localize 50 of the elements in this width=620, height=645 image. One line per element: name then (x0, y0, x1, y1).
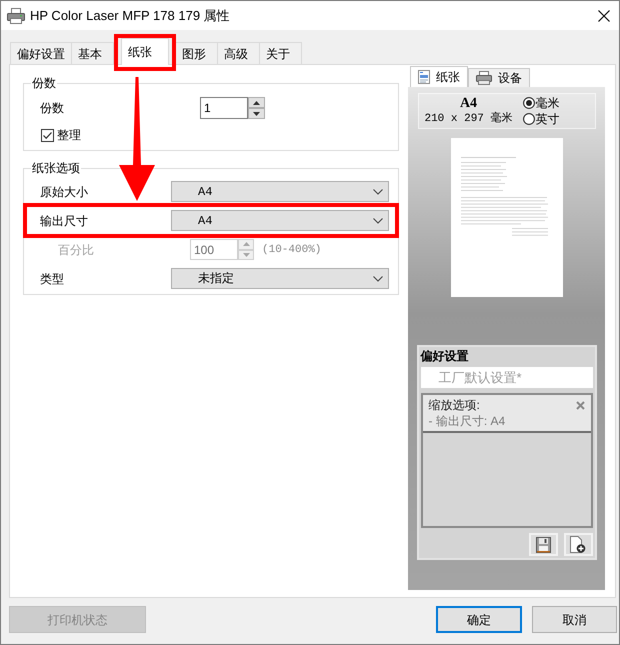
close-icon[interactable] (598, 10, 610, 22)
printer-icon (7, 8, 25, 24)
triangle-down-icon (242, 252, 250, 257)
tab[interactable]: 图形 (176, 42, 218, 64)
field-label: 输出尺寸 (40, 214, 88, 228)
field-label: 类型 (40, 272, 64, 286)
tab[interactable]: 关于 (260, 42, 302, 64)
field-label: 原始大小 (40, 184, 88, 198)
tab[interactable]: 基本 (72, 42, 114, 64)
dialog-button[interactable]: 取消 (532, 606, 617, 633)
favorites-title: 偏好设置 (420, 349, 470, 363)
new-document-icon (570, 536, 586, 553)
spin-down-button[interactable] (248, 108, 265, 119)
checkbox[interactable] (41, 128, 54, 142)
paper-size: 210 x 297 毫米 (424, 112, 512, 126)
checkbox-label: 整理 (57, 127, 81, 143)
dialog-button[interactable]: 确定 (436, 606, 522, 633)
group-title: 纸张选项 (31, 160, 81, 176)
chevron-down-icon (373, 218, 383, 224)
field-label: 份数 (40, 101, 64, 115)
summary-heading: 缩放选项: (428, 397, 480, 413)
chevron-down-icon (373, 276, 383, 282)
new-preset-button[interactable] (564, 533, 592, 556)
tab[interactable]: 偏好设置 (10, 42, 72, 64)
group-title: 份数 (31, 75, 57, 91)
radio-button[interactable] (522, 113, 534, 125)
preview-tab[interactable]: 纸张 (410, 66, 468, 87)
dropdown[interactable]: A4 (171, 210, 389, 231)
radio-label: 英寸 (536, 111, 560, 127)
chevron-down-icon (373, 188, 383, 194)
summary-item: - 输出尺寸: A4 (428, 413, 506, 429)
paper-name: A4 (460, 96, 478, 112)
save-button[interactable] (528, 533, 558, 556)
printer-icon (476, 71, 492, 85)
tab[interactable]: 高级 (218, 42, 260, 64)
radio-label: 毫米 (536, 95, 560, 111)
field-label: 百分比 (58, 242, 94, 256)
window-title: HP Color Laser MFP 178 179 属性 (30, 8, 230, 24)
dropdown[interactable]: A4 (171, 181, 389, 202)
spin-up-button[interactable] (248, 97, 265, 108)
tab[interactable]: 纸张 (121, 38, 169, 65)
range-hint: (10-400%) (262, 242, 322, 258)
number-input[interactable]: 1 (200, 97, 248, 119)
dropdown[interactable]: 未指定 (171, 268, 389, 289)
radio-button[interactable] (522, 97, 534, 109)
triangle-up-icon (253, 100, 260, 104)
triangle-down-icon (253, 112, 260, 116)
preview-tab[interactable]: 设备 (468, 68, 530, 87)
document-icon (418, 70, 430, 84)
triangle-up-icon (242, 242, 250, 246)
